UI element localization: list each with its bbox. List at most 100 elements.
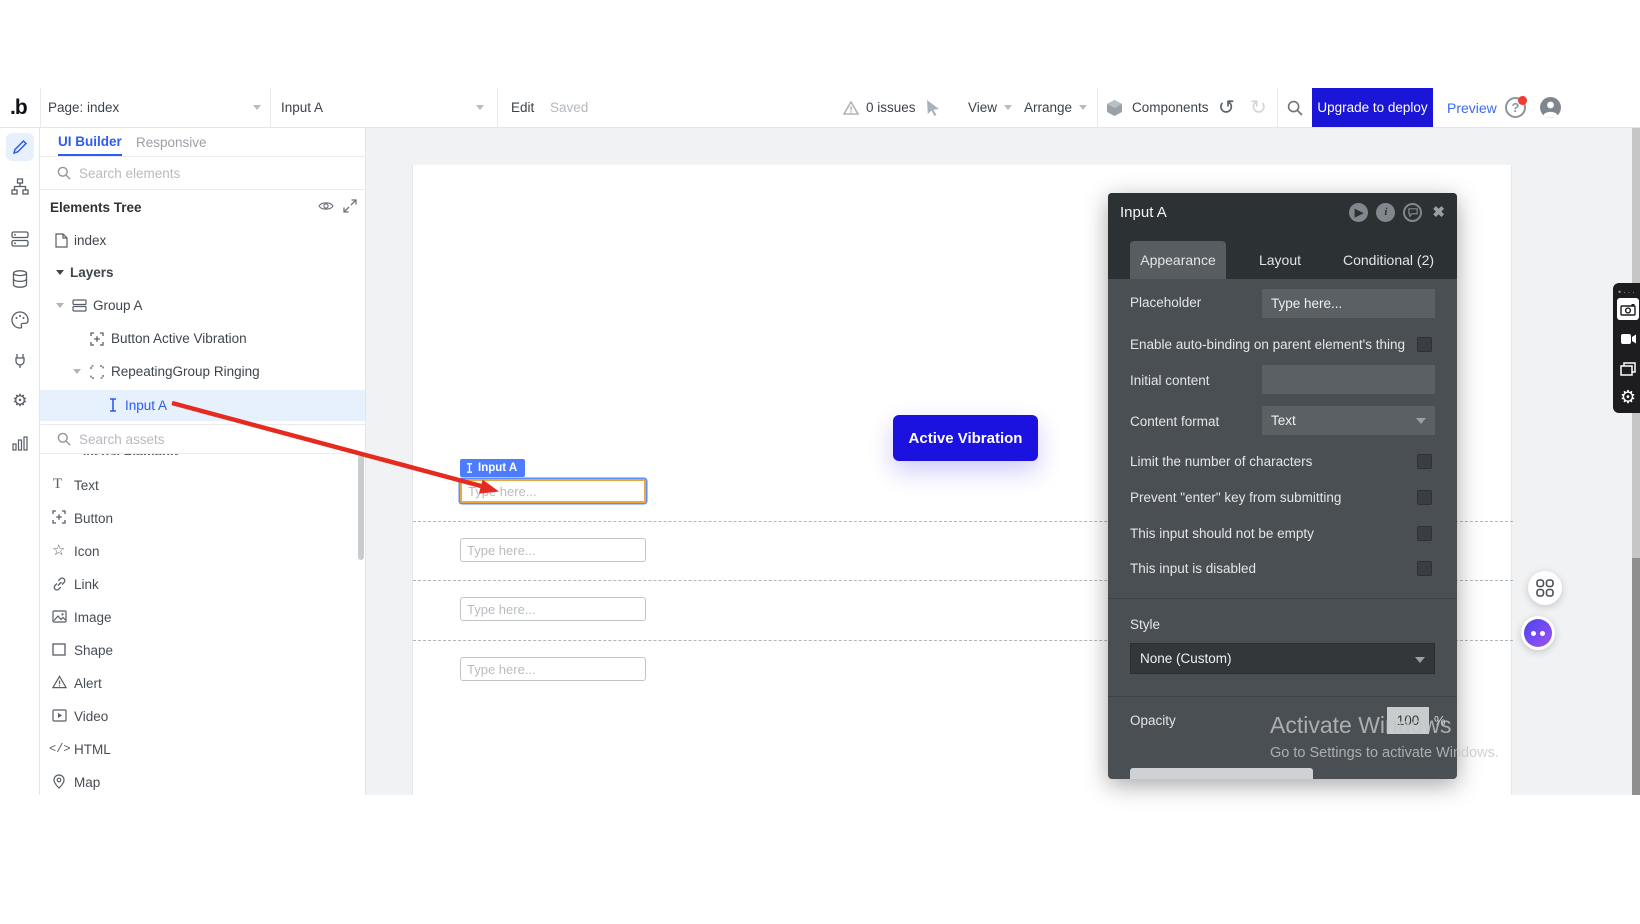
input-a-row4[interactable]: Type here... bbox=[460, 657, 646, 681]
windows-button[interactable] bbox=[1617, 358, 1639, 380]
search-elements-field[interactable]: Search elements bbox=[40, 157, 365, 190]
gear-icon: ⚙ bbox=[12, 391, 27, 411]
element-selector[interactable]: Input A bbox=[281, 88, 471, 127]
content-format-label: Content format bbox=[1130, 414, 1219, 429]
input-a-row2[interactable]: Type here... bbox=[460, 538, 646, 562]
saved-status: Saved bbox=[550, 88, 588, 127]
tree-row-repeatinggroup-ringing[interactable]: RepeatingGroup Ringing bbox=[40, 357, 365, 386]
preview-link[interactable]: Preview bbox=[1447, 88, 1497, 127]
notification-dot bbox=[1518, 96, 1527, 105]
info-icon[interactable]: i bbox=[1376, 203, 1395, 222]
scrollbar-thumb[interactable] bbox=[1632, 558, 1640, 795]
issues-indicator[interactable]: 0 issues bbox=[843, 88, 916, 127]
palette-item-icon[interactable]: ☆ Icon bbox=[40, 538, 365, 568]
tab-appearance[interactable]: Appearance bbox=[1130, 241, 1226, 279]
palette-item-button[interactable]: Button bbox=[40, 505, 365, 535]
chevron-down-icon bbox=[1415, 657, 1425, 663]
help-button[interactable]: ? bbox=[1505, 97, 1526, 118]
workflow-tab-icon[interactable] bbox=[6, 173, 34, 201]
palette-item-label: Video bbox=[74, 709, 108, 724]
page-selector[interactable]: Page: index bbox=[48, 88, 270, 127]
active-vibration-button[interactable]: Active Vibration bbox=[893, 415, 1038, 461]
tree-row-group-a[interactable]: Group A bbox=[40, 291, 365, 320]
close-icon[interactable]: ✖ bbox=[1432, 203, 1445, 221]
data-tab-icon[interactable] bbox=[6, 225, 34, 253]
account-avatar[interactable] bbox=[1540, 97, 1561, 118]
tab-conditional[interactable]: Conditional (2) bbox=[1336, 241, 1441, 279]
autobinding-label: Enable auto-binding on parent element's … bbox=[1130, 337, 1405, 352]
initial-content-input[interactable] bbox=[1262, 365, 1435, 394]
input-a-row3[interactable]: Type here... bbox=[460, 597, 646, 621]
content-format-dropdown[interactable]: Text bbox=[1262, 406, 1435, 435]
not-empty-checkbox[interactable] bbox=[1417, 526, 1432, 541]
tree-row-layers[interactable]: Layers bbox=[40, 258, 365, 287]
redo-button[interactable]: ↻ bbox=[1250, 88, 1267, 127]
upgrade-to-deploy-button[interactable]: Upgrade to deploy bbox=[1312, 88, 1433, 127]
warning-icon bbox=[843, 101, 859, 115]
input-a-selected[interactable]: Type here... bbox=[460, 479, 646, 503]
screenshot-button[interactable] bbox=[1617, 298, 1639, 320]
logs-tab-icon[interactable] bbox=[6, 429, 34, 457]
panel-scrollbar[interactable] bbox=[358, 455, 364, 560]
components-button[interactable]: Components bbox=[1106, 88, 1209, 127]
undo-button[interactable]: ↺ bbox=[1218, 88, 1235, 127]
comment-icon[interactable] bbox=[1403, 203, 1422, 222]
arrange-menu[interactable]: Arrange bbox=[1024, 88, 1087, 127]
tab-ui-builder[interactable]: UI Builder bbox=[58, 128, 122, 156]
capture-settings-button[interactable]: ⚙ bbox=[1617, 386, 1639, 408]
disabled-checkbox[interactable] bbox=[1417, 561, 1432, 576]
tree-item-label: Group A bbox=[93, 298, 143, 313]
assistant-bot-button[interactable] bbox=[1521, 616, 1555, 650]
placeholder-input[interactable]: Type here... bbox=[1262, 289, 1435, 318]
record-button[interactable] bbox=[1617, 328, 1639, 350]
search-button[interactable] bbox=[1287, 88, 1303, 127]
grid-icon bbox=[1536, 579, 1554, 597]
styles-tab-icon[interactable] bbox=[6, 306, 34, 334]
expand-tree-button[interactable] bbox=[343, 199, 357, 213]
palette-item-map[interactable]: Map bbox=[40, 769, 365, 799]
prevent-enter-checkbox[interactable] bbox=[1417, 490, 1432, 505]
tree-row-button-active-vibration[interactable]: Button Active Vibration bbox=[40, 324, 365, 353]
palette-item-alert[interactable]: Alert bbox=[40, 670, 365, 700]
tree-row-index[interactable]: index bbox=[40, 226, 365, 255]
palette-item-shape[interactable]: Shape bbox=[40, 637, 365, 667]
tab-responsive[interactable]: Responsive bbox=[136, 128, 207, 156]
palette-item-video[interactable]: Video bbox=[40, 703, 365, 733]
property-editor-header[interactable]: Input A ▶ i ✖ bbox=[1108, 193, 1457, 231]
cutoff-control[interactable] bbox=[1130, 768, 1313, 779]
search-icon bbox=[1287, 100, 1303, 116]
arrange-label: Arrange bbox=[1024, 100, 1072, 115]
settings-tab-icon[interactable]: ⚙ bbox=[6, 387, 34, 415]
search-assets-field[interactable]: Search assets bbox=[40, 424, 365, 454]
button-element-icon bbox=[90, 332, 104, 346]
plugins-tab-icon[interactable] bbox=[6, 346, 34, 374]
video-camera-icon bbox=[1620, 333, 1637, 345]
cursor-tool[interactable] bbox=[926, 88, 941, 127]
element-selector-value: Input A bbox=[281, 100, 323, 115]
tree-row-input-a-selected[interactable]: Input A bbox=[40, 390, 365, 421]
opacity-value: 100 bbox=[1397, 713, 1420, 728]
edit-menu[interactable]: Edit bbox=[511, 88, 534, 127]
run-icon[interactable]: ▶ bbox=[1349, 203, 1368, 222]
style-dropdown[interactable]: None (Custom) bbox=[1130, 643, 1435, 674]
design-tab-icon[interactable] bbox=[6, 133, 34, 161]
palette-item-text[interactable]: T Text bbox=[40, 472, 365, 502]
tab-layout[interactable]: Layout bbox=[1245, 241, 1315, 279]
opacity-input[interactable]: 100 bbox=[1387, 707, 1429, 734]
cursor-arrow-icon bbox=[926, 99, 941, 116]
bubble-logo[interactable]: .b bbox=[10, 88, 27, 127]
capture-toolbar: •∙∙∙ ⚙ bbox=[1613, 283, 1640, 413]
drag-handle-dots[interactable]: •∙∙∙ bbox=[1618, 287, 1637, 297]
limit-chars-checkbox[interactable] bbox=[1417, 454, 1432, 469]
palette-item-html[interactable]: </> HTML bbox=[40, 736, 365, 766]
apps-grid-button[interactable] bbox=[1528, 571, 1562, 605]
canvas-vertical-scrollbar[interactable] bbox=[1632, 128, 1640, 795]
autobinding-checkbox[interactable] bbox=[1417, 337, 1432, 352]
divider bbox=[1108, 598, 1457, 599]
toggle-visibility-button[interactable] bbox=[318, 200, 334, 212]
view-menu[interactable]: View bbox=[968, 88, 1012, 127]
palette-item-link[interactable]: Link bbox=[40, 571, 365, 601]
palette-item-image[interactable]: Image bbox=[40, 604, 365, 634]
bot-icon bbox=[1524, 619, 1552, 647]
database-tab-icon[interactable] bbox=[6, 265, 34, 293]
